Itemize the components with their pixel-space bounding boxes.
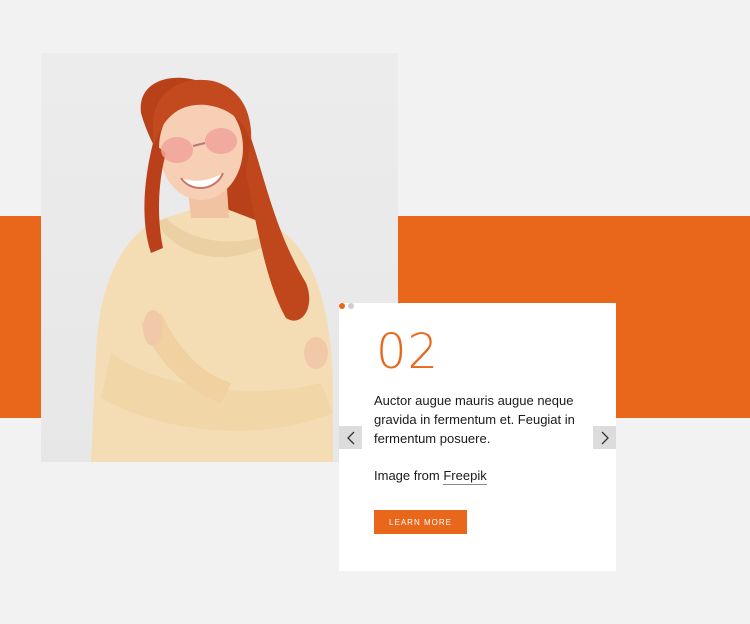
slider-indicators: [339, 302, 354, 310]
slider-dot-1[interactable]: [339, 303, 345, 309]
previous-slide-button[interactable]: [339, 426, 362, 449]
image-credit: Image from Freepik: [374, 466, 487, 485]
chevron-right-icon: [601, 431, 609, 444]
image-credit-prefix: Image from: [374, 468, 444, 483]
next-slide-button[interactable]: [593, 426, 616, 449]
freepik-link[interactable]: Freepik: [443, 468, 487, 485]
slide-description: Auctor augue mauris augue neque gravida …: [374, 393, 575, 446]
orange-band-left: [0, 216, 41, 418]
chevron-left-icon: [346, 431, 354, 444]
slider-dot-2[interactable]: [348, 303, 354, 309]
learn-more-button[interactable]: LEARN MORE: [374, 510, 467, 534]
slide-number: 02: [376, 324, 440, 380]
